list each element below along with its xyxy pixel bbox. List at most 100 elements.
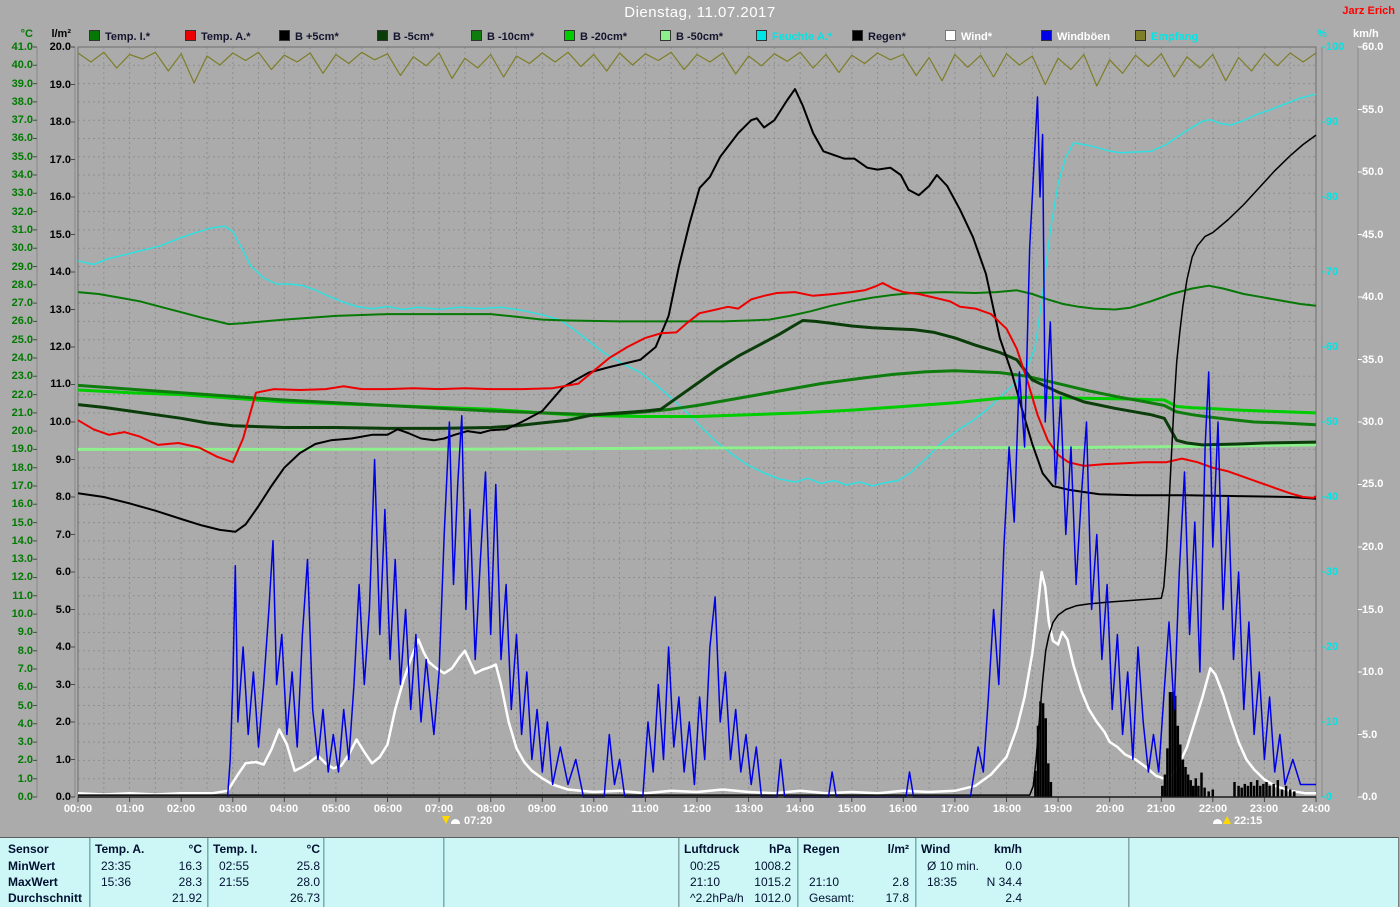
y-tick-label-temp: 36.0 (1, 132, 33, 144)
x-tick-label: 17:00 (933, 803, 977, 815)
y-tick-label-temp: 31.0 (1, 224, 33, 236)
table-cell-value: 28.0 (250, 875, 320, 890)
y-tick-label-kmh: 45.0 (1362, 229, 1396, 241)
x-tick-label: 06:00 (366, 803, 410, 815)
chart-plot-area (0, 0, 1400, 837)
y-tick-label-temp: 40.0 (1, 59, 33, 71)
y-tick-label-temp: 10.0 (1, 608, 33, 620)
table-row-header: MaxWert (8, 875, 88, 890)
legend-swatch-icon (756, 30, 767, 41)
y-tick-label-pct: 30 (1326, 566, 1356, 578)
y-tick-label-kmh: 35.0 (1362, 354, 1396, 366)
y-tick-label-temp: 19.0 (1, 443, 33, 455)
y-tick-label-lm2: 11.0 (41, 378, 71, 390)
table-row-header: Sensor (8, 842, 88, 857)
watermark-author: Jarz Erich (1342, 5, 1395, 17)
legend-label: B -20cm* (580, 31, 627, 43)
y-tick-label-kmh: 20.0 (1362, 541, 1396, 553)
y-tick-label-lm2: 5.0 (41, 604, 71, 616)
y-tick-label-temp: 11.0 (1, 590, 33, 602)
y-tick-label-temp: 16.0 (1, 498, 33, 510)
y-tick-label-temp: 4.0 (1, 718, 33, 730)
y-tick-label-temp: 7.0 (1, 663, 33, 675)
table-cell-value: 28.3 (132, 875, 202, 890)
y-tick-label-temp: 1.0 (1, 773, 33, 785)
y-tick-label-pct: 0 (1326, 791, 1356, 803)
x-tick-label: 15:00 (830, 803, 874, 815)
y-tick-label-temp: 17.0 (1, 480, 33, 492)
y-tick-label-lm2: 7.0 (41, 529, 71, 541)
series-b-50 (78, 445, 1316, 450)
x-tick-label: 24:00 (1294, 803, 1338, 815)
x-tick-label: 01:00 (108, 803, 152, 815)
x-tick-label: 02:00 (159, 803, 203, 815)
table-cell-value: 17.8 (839, 891, 909, 906)
y-tick-label-temp: 33.0 (1, 187, 33, 199)
x-tick-label: 03:00 (211, 803, 255, 815)
y-tick-label-temp: 12.0 (1, 571, 33, 583)
legend-swatch-icon (89, 30, 100, 41)
table-cell-value: N 34.4 (952, 875, 1022, 890)
table-cell-value: 2.4 (952, 891, 1022, 906)
legend-item-regen: Regen* (852, 30, 906, 44)
legend-item-empfang: Empfang (1135, 30, 1198, 44)
summary-table: SensorMinWertMaxWertDurchschnittTemp. A.… (0, 837, 1399, 907)
y-tick-label-lm2: 14.0 (41, 266, 71, 278)
y-tick-label-temp: 29.0 (1, 261, 33, 273)
table-row-header: MinWert (8, 859, 88, 874)
legend-label: Feuchte A.* (772, 31, 832, 43)
y-tick-label-kmh: 25.0 (1362, 478, 1396, 490)
y-tick-label-temp: 26.0 (1, 315, 33, 327)
legend-item-b-50: B -50cm* (660, 30, 723, 44)
legend-swatch-icon (185, 30, 196, 41)
table-cell-value: 2.8 (839, 875, 909, 890)
sun-rise-arrow-icon (1223, 816, 1231, 824)
legend-label: B -50cm* (676, 31, 723, 43)
y-tick-label-temp: 18.0 (1, 462, 33, 474)
legend-item-wind: Wind* (945, 30, 992, 44)
legend-swatch-icon (377, 30, 388, 41)
table-separator (797, 838, 799, 907)
y-tick-label-lm2: 16.0 (41, 191, 71, 203)
series-regensum (78, 135, 1316, 795)
legend-label: Wind* (961, 31, 992, 43)
legend-item-b-5: B -5cm* (377, 30, 434, 44)
y-tick-label-temp: 38.0 (1, 96, 33, 108)
y-tick-label-lm2: 15.0 (41, 229, 71, 241)
x-tick-label: 05:00 (314, 803, 358, 815)
y-tick-label-temp: 8.0 (1, 645, 33, 657)
legend-item-b+5: B +5cm* (279, 30, 339, 44)
x-tick-label: 23:00 (1242, 803, 1286, 815)
x-tick-label: 10:00 (572, 803, 616, 815)
y-tick-label-pct: 100 (1326, 41, 1356, 53)
y-tick-label-lm2: 8.0 (41, 491, 71, 503)
weather-chart-window: Dienstag, 11.07.2017 Jarz Erich °C l/m² … (0, 0, 1400, 907)
table-group-unit: l/m² (849, 842, 909, 857)
table-group-unit: °C (142, 842, 202, 857)
legend-label: Temp. I.* (105, 31, 150, 43)
legend-label: B +5cm* (295, 31, 339, 43)
axis-ticks-lm2 (71, 47, 75, 797)
y-tick-label-temp: 5.0 (1, 700, 33, 712)
table-separator (89, 838, 91, 907)
table-cell-value: 26.73 (250, 891, 320, 906)
y-tick-label-kmh: 40.0 (1362, 291, 1396, 303)
x-tick-label: 19:00 (1036, 803, 1080, 815)
x-tick-label: 07:00 (417, 803, 461, 815)
y-tick-label-lm2: 19.0 (41, 79, 71, 91)
legend-swatch-icon (1041, 30, 1052, 41)
y-tick-label-lm2: 13.0 (41, 304, 71, 316)
y-tick-label-temp: 27.0 (1, 297, 33, 309)
table-separator (443, 838, 445, 907)
series-tempA (78, 283, 1316, 498)
legend-swatch-icon (1135, 30, 1146, 41)
y-tick-label-temp: 13.0 (1, 553, 33, 565)
y-tick-label-temp: 30.0 (1, 242, 33, 254)
x-tick-label: 12:00 (675, 803, 719, 815)
y-tick-label-temp: 39.0 (1, 78, 33, 90)
series-b+5 (78, 89, 1316, 532)
table-cell-value: 1015.2 (721, 875, 791, 890)
y-tick-label-kmh: 60.0 (1362, 41, 1396, 53)
table-group-unit: °C (260, 842, 320, 857)
y-tick-label-temp: 21.0 (1, 407, 33, 419)
